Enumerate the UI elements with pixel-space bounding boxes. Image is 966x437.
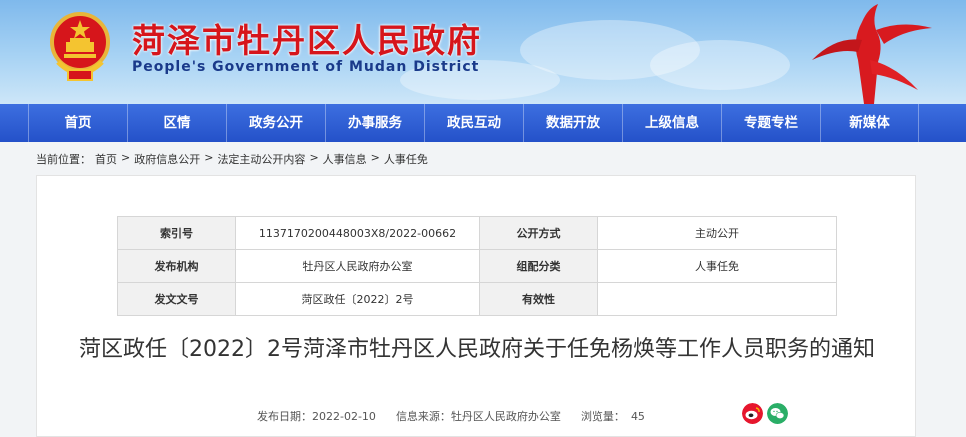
nav-item-special-topics[interactable]: 专题专栏 [721, 104, 820, 142]
site-subtitle: People's Government of Mudan District [132, 59, 480, 75]
nav-item-open-data[interactable]: 数据开放 [523, 104, 622, 142]
article-title: 菏区政任〔2022〕2号菏泽市牡丹区人民政府关于任免杨焕等工作人员职务的通知 [79, 337, 875, 362]
weibo-icon[interactable] [742, 403, 763, 424]
breadcrumb-appointments[interactable]: 人事任免 [384, 151, 428, 167]
table-key: 有效性 [479, 282, 598, 316]
info-source-value: 牡丹区人民政府办公室 [450, 410, 561, 423]
table-row: 发布机构 牡丹区人民政府办公室 组配分类 人事任免 [117, 249, 837, 283]
content-panel: 索引号 1137170200448003X8/2022-00662 公开方式 主… [36, 175, 916, 437]
breadcrumb-gov-info[interactable]: 政府信息公开 [134, 151, 200, 167]
table-key: 组配分类 [479, 249, 598, 283]
view-count-label: 浏览量： [580, 410, 625, 423]
breadcrumb-home[interactable]: 首页 [95, 151, 117, 167]
table-value: 菏区政任〔2022〕2号 [235, 282, 480, 316]
table-key: 发布机构 [117, 249, 236, 283]
breadcrumb: 当前位置： 首页 > 政府信息公开 > 法定主动公开内容 > 人事信息 > 人事… [36, 151, 428, 167]
publish-date: 发布日期：2022-02-10 [257, 408, 376, 424]
nav-item-new-media[interactable]: 新媒体 [820, 104, 919, 142]
main-nav: 首页 区情 政务公开 办事服务 政民互动 数据开放 上级信息 专题专栏 新媒体 [0, 104, 966, 142]
nav-item-superior-info[interactable]: 上级信息 [622, 104, 721, 142]
breadcrumb-statutory[interactable]: 法定主动公开内容 [217, 151, 305, 167]
wechat-icon[interactable] [767, 403, 788, 424]
publish-date-label: 发布日期： [257, 410, 312, 423]
cloud-decoration [650, 40, 790, 90]
table-value: 人事任免 [597, 249, 837, 283]
breadcrumb-prefix: 当前位置： [36, 153, 91, 166]
share-buttons [742, 403, 788, 424]
national-emblem-icon [50, 12, 110, 81]
sculpture-icon [812, 4, 932, 104]
table-row: 发文文号 菏区政任〔2022〕2号 有效性 [117, 282, 837, 316]
nav-item-district-info[interactable]: 区情 [127, 104, 226, 142]
nav-item-interaction[interactable]: 政民互动 [424, 104, 523, 142]
article-meta: 发布日期：2022-02-10 信息来源：牡丹区人民政府办公室 浏览量： 45 [257, 408, 645, 424]
table-key: 公开方式 [479, 216, 598, 250]
breadcrumb-separator: > [370, 151, 380, 164]
breadcrumb-separator: > [204, 151, 214, 164]
nav-item-services[interactable]: 办事服务 [325, 104, 424, 142]
site-title: 菏泽市牡丹区人民政府 [132, 21, 482, 60]
publish-date-value: 2022-02-10 [312, 410, 376, 423]
nav-item-home[interactable]: 首页 [28, 104, 127, 142]
nav-item-gov-affairs[interactable]: 政务公开 [226, 104, 325, 142]
table-value: 牡丹区人民政府办公室 [235, 249, 480, 283]
table-value: 主动公开 [597, 216, 837, 250]
view-count-value: 45 [630, 410, 645, 423]
header-banner: 菏泽市牡丹区人民政府 People's Government of Mudan … [0, 0, 966, 104]
table-key: 索引号 [117, 216, 236, 250]
table-value: 1137170200448003X8/2022-00662 [235, 216, 480, 250]
table-row: 索引号 1137170200448003X8/2022-00662 公开方式 主… [117, 216, 837, 250]
view-count: 浏览量： 45 [581, 408, 645, 424]
table-key: 发文文号 [117, 282, 236, 316]
breadcrumb-separator: > [309, 151, 319, 164]
breadcrumb-separator: > [121, 151, 131, 164]
info-source-label: 信息来源： [395, 410, 451, 423]
table-value [597, 282, 837, 316]
info-source: 信息来源：牡丹区人民政府办公室 [396, 408, 561, 424]
info-table: 索引号 1137170200448003X8/2022-00662 公开方式 主… [117, 216, 837, 316]
breadcrumb-personnel-info[interactable]: 人事信息 [323, 151, 367, 167]
